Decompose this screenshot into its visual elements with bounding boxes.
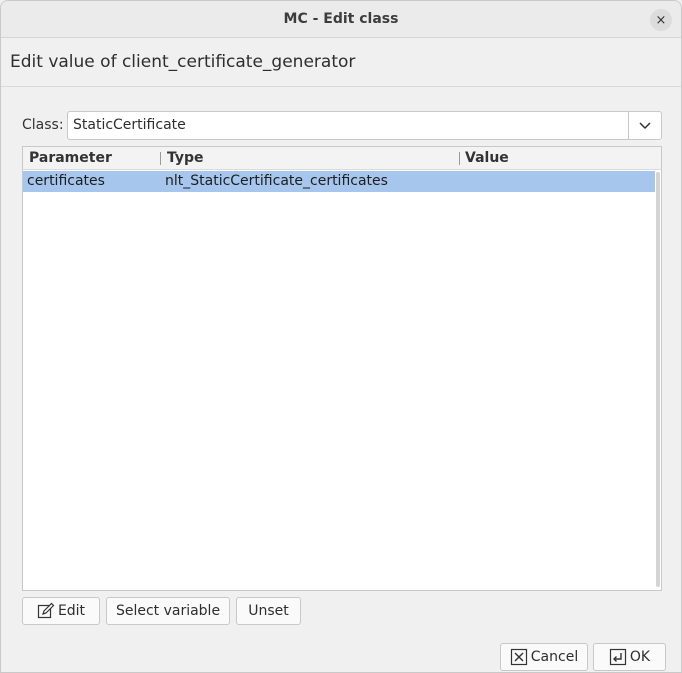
parameter-table[interactable]: Parameter Type Value certificates nlt_St… <box>22 146 662 591</box>
unset-button[interactable]: Unset <box>236 597 301 625</box>
dialog-header: Edit value of client_certificate_generat… <box>1 39 681 87</box>
column-header-parameter[interactable]: Parameter <box>29 150 112 166</box>
chevron-down-icon <box>639 121 651 129</box>
unset-button-label: Unset <box>248 603 289 619</box>
close-icon: × <box>655 12 667 28</box>
select-variable-button[interactable]: Select variable <box>106 597 230 625</box>
class-label: Class: <box>22 117 64 133</box>
edit-class-dialog: MC - Edit class × Edit value of client_c… <box>0 0 682 673</box>
cell-parameter: certificates <box>27 173 105 189</box>
edit-button[interactable]: Edit <box>22 597 100 625</box>
column-resize-handle[interactable] <box>459 152 460 165</box>
close-button[interactable]: × <box>650 9 672 31</box>
column-header-value[interactable]: Value <box>465 150 509 166</box>
class-combobox-dropdown-button[interactable] <box>628 112 661 139</box>
cancel-button-label: Cancel <box>530 649 579 665</box>
ok-button-label: OK <box>629 649 651 665</box>
column-header-type[interactable]: Type <box>167 150 204 166</box>
cancel-button[interactable]: Cancel <box>500 643 588 671</box>
table-row[interactable]: certificates nlt_StaticCertificate_certi… <box>23 171 655 192</box>
dialog-heading: Edit value of client_certificate_generat… <box>10 52 356 72</box>
pencil-edit-icon <box>37 602 55 619</box>
select-variable-button-label: Select variable <box>115 603 221 619</box>
column-resize-handle[interactable] <box>160 152 161 165</box>
class-combobox[interactable]: StaticCertificate <box>67 111 662 140</box>
enter-return-icon <box>609 648 626 666</box>
vertical-scrollbar[interactable] <box>656 172 660 587</box>
window-title: MC - Edit class <box>283 11 399 27</box>
cell-type: nlt_StaticCertificate_certificates <box>165 173 388 189</box>
class-combobox-value: StaticCertificate <box>73 117 186 133</box>
edit-button-label: Edit <box>57 603 86 619</box>
x-box-icon <box>510 648 527 666</box>
ok-button[interactable]: OK <box>593 643 666 671</box>
title-bar[interactable]: MC - Edit class × <box>1 1 681 38</box>
table-header: Parameter Type Value <box>23 147 661 170</box>
